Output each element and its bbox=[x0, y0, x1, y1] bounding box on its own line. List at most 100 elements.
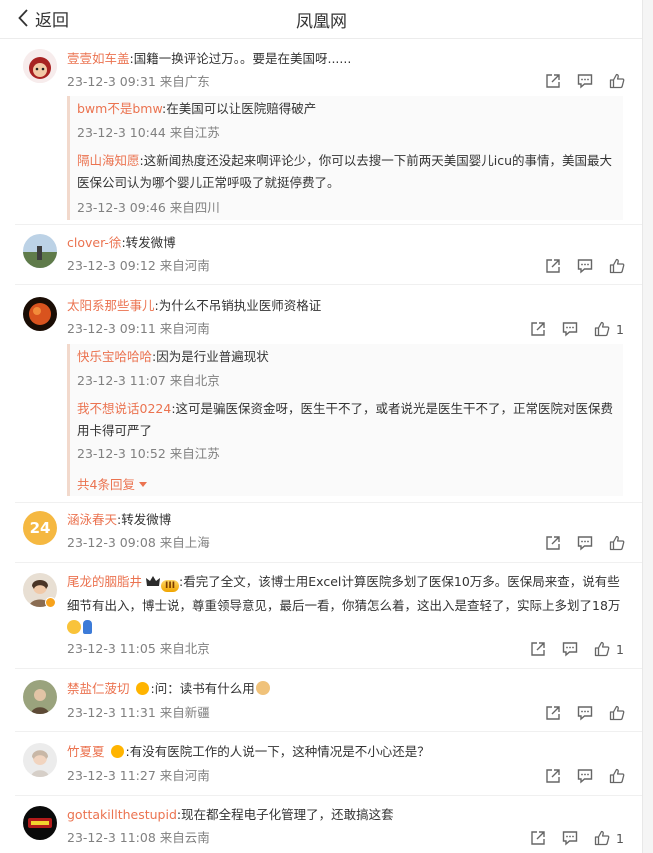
comment-username[interactable]: clover-徐 bbox=[67, 235, 121, 250]
comment-icon bbox=[562, 831, 578, 846]
comment-button[interactable] bbox=[577, 73, 593, 89]
divider bbox=[15, 731, 643, 732]
reply-username[interactable]: 我不想说话0224 bbox=[77, 401, 171, 416]
like-count: 1 bbox=[616, 321, 624, 337]
crown-icon bbox=[146, 576, 160, 586]
thumbs-up-icon bbox=[594, 830, 610, 846]
like-button[interactable]: 1 bbox=[594, 321, 624, 337]
member-icon bbox=[110, 745, 124, 758]
like-button[interactable] bbox=[609, 535, 625, 551]
reply-block: 快乐宝哈哈哈:因为是行业普遍现状 23-12-3 11:07 来自北京 我不想说… bbox=[67, 344, 623, 496]
comment-button[interactable] bbox=[562, 830, 578, 846]
like-button[interactable] bbox=[609, 73, 625, 89]
like-count: 1 bbox=[616, 641, 624, 657]
share-icon bbox=[546, 706, 560, 720]
like-button[interactable] bbox=[609, 705, 625, 721]
like-button[interactable]: 1 bbox=[594, 830, 624, 846]
share-button[interactable] bbox=[530, 321, 546, 337]
share-icon bbox=[546, 536, 560, 550]
comment-icon bbox=[577, 74, 593, 89]
avatar[interactable] bbox=[23, 297, 57, 331]
reply-block: bwm不是bmw:在美国可以让医院赔得破产 23-12-3 10:44 来自江苏… bbox=[67, 96, 623, 220]
thumbs-up-icon bbox=[609, 535, 625, 551]
share-button[interactable] bbox=[545, 705, 561, 721]
share-button[interactable] bbox=[545, 73, 561, 89]
divider bbox=[15, 668, 643, 669]
thumbs-up-icon bbox=[594, 321, 610, 337]
comment-button[interactable] bbox=[577, 768, 593, 784]
comment-meta: 23-12-3 11:31 来自新疆 bbox=[67, 705, 210, 720]
comment-username[interactable]: 太阳系那些事儿 bbox=[67, 298, 155, 313]
share-icon bbox=[546, 769, 560, 783]
thumbs-up-icon bbox=[609, 768, 625, 784]
like-button[interactable] bbox=[609, 768, 625, 784]
comment-icon bbox=[577, 259, 593, 274]
reply-bar bbox=[67, 96, 70, 220]
divider bbox=[15, 224, 643, 225]
comment-text: :问：读书有什么用 bbox=[150, 681, 255, 696]
member-icon bbox=[135, 682, 149, 695]
comment-button[interactable] bbox=[562, 641, 578, 657]
emoji-doge bbox=[255, 681, 270, 695]
emoji-figure bbox=[83, 620, 92, 634]
share-icon bbox=[531, 642, 545, 656]
comment-text: :现在都全程电子化管理了，还敢搞这套 bbox=[176, 807, 394, 822]
comment-meta: 23-12-3 11:27 来自河南 bbox=[67, 768, 210, 783]
share-button[interactable] bbox=[545, 768, 561, 784]
comment-username[interactable]: 壹壹如车盖 bbox=[67, 51, 130, 66]
thumbs-up-icon bbox=[609, 258, 625, 274]
share-button[interactable] bbox=[530, 641, 546, 657]
share-icon bbox=[531, 831, 545, 845]
avatar[interactable] bbox=[23, 806, 57, 840]
comment-text: :有没有医院工作的人说一下，这种情况是不小心还是？ bbox=[125, 744, 430, 759]
like-button[interactable] bbox=[609, 258, 625, 274]
avatar[interactable] bbox=[23, 743, 57, 777]
comment-meta: 23-12-3 09:12 来自河南 bbox=[67, 258, 210, 273]
reply-text: :因为是行业普遍现状 bbox=[152, 349, 269, 364]
comment-text: :转发微博 bbox=[121, 235, 176, 250]
comment-username[interactable]: 竹夏夏 bbox=[67, 744, 105, 759]
comment-button[interactable] bbox=[577, 258, 593, 274]
divider bbox=[15, 562, 643, 563]
share-button[interactable] bbox=[530, 830, 546, 846]
reply-meta: 23-12-3 09:46 来自四川 bbox=[77, 200, 220, 215]
membership-badge: III bbox=[146, 573, 180, 595]
scrollbar[interactable] bbox=[642, 0, 653, 853]
avatar[interactable]: 24 bbox=[23, 511, 57, 545]
comment-username[interactable]: 尾龙的胭脂井 bbox=[67, 574, 142, 589]
reply-meta: 23-12-3 10:44 来自江苏 bbox=[77, 125, 220, 140]
avatar-text: 24 bbox=[29, 519, 51, 537]
comment-icon bbox=[562, 322, 578, 337]
like-button[interactable]: 1 bbox=[594, 641, 624, 657]
comment-icon bbox=[577, 706, 593, 721]
comment-icon bbox=[577, 536, 593, 551]
divider bbox=[15, 795, 643, 796]
share-icon bbox=[531, 322, 545, 336]
page-title: 凤凰网 bbox=[296, 12, 347, 32]
reply-username[interactable]: 快乐宝哈哈哈 bbox=[77, 349, 152, 364]
share-button[interactable] bbox=[545, 258, 561, 274]
avatar[interactable] bbox=[23, 234, 57, 268]
comment-button[interactable] bbox=[577, 705, 593, 721]
reply-text: :这新闻热度还没起来啊评论少，你可以去搜一下前两天美国婴儿icu的事情，美国最大… bbox=[77, 153, 612, 190]
more-replies-link[interactable]: 共4条回复 bbox=[77, 474, 147, 493]
comment-button[interactable] bbox=[577, 535, 593, 551]
avatar[interactable] bbox=[23, 680, 57, 714]
reply-meta: 23-12-3 11:07 来自北京 bbox=[77, 373, 220, 388]
comment-button[interactable] bbox=[562, 321, 578, 337]
comment-username[interactable]: gottakillthestupid bbox=[67, 807, 177, 822]
top-bar: 返回 凤凰网 bbox=[0, 0, 643, 39]
like-count: 1 bbox=[616, 830, 624, 846]
more-replies-label: 共4条回复 bbox=[77, 477, 135, 492]
comment-page: 返回 凤凰网 壹壹如车盖:国籍一换评论过万。。要是在美国呀...... 23-1… bbox=[0, 0, 643, 853]
avatar[interactable] bbox=[23, 49, 57, 83]
share-icon bbox=[546, 259, 560, 273]
comment-username[interactable]: 涵泳春天 bbox=[67, 512, 117, 527]
divider bbox=[15, 284, 643, 285]
reply-username[interactable]: bwm不是bmw bbox=[77, 101, 162, 116]
reply-username[interactable]: 隔山海知愿 bbox=[77, 153, 140, 168]
comment-username[interactable]: 禁盐仁菠切 bbox=[67, 681, 130, 696]
share-button[interactable] bbox=[545, 535, 561, 551]
comment-text: :为什么不吊销执业医师资格证 bbox=[154, 298, 322, 313]
emoji-laugh bbox=[67, 620, 81, 634]
